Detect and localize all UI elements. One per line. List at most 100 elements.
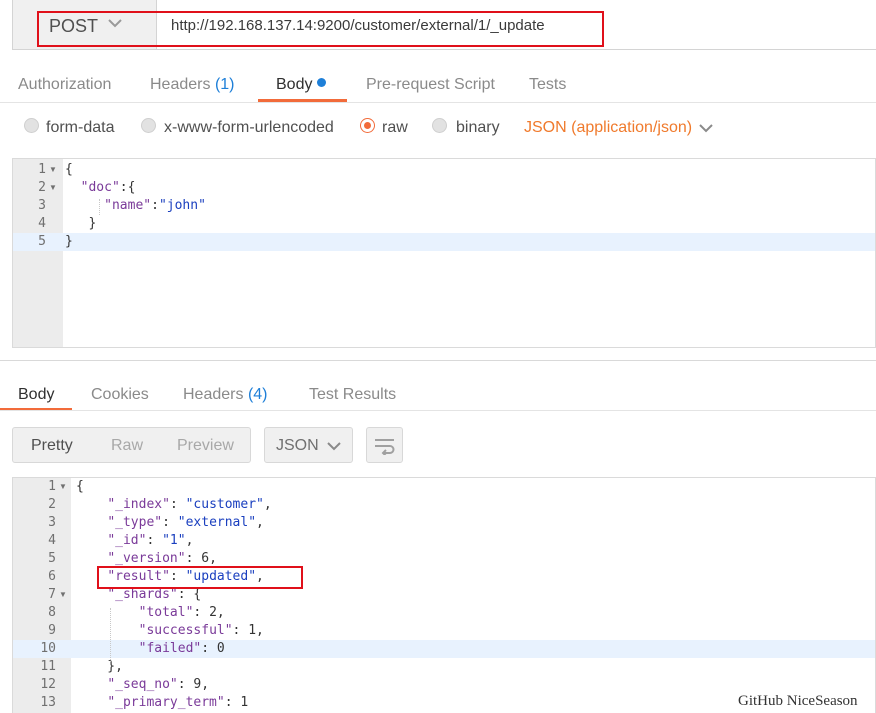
content-type-select[interactable]: JSON (application/json)	[524, 119, 692, 137]
tab-label: Headers	[183, 386, 244, 403]
json-number: 0	[216, 641, 225, 656]
method-url-highlight-box	[37, 11, 604, 47]
json-string: "external"	[177, 515, 257, 530]
result-highlight-box	[97, 566, 303, 589]
json-punctuation: }	[65, 234, 73, 249]
mode-pretty[interactable]: Pretty	[31, 437, 73, 455]
tab-headers[interactable]: Headers (1)	[150, 70, 235, 110]
active-line-highlight	[13, 233, 875, 251]
line-number: 3	[48, 515, 56, 530]
watermark: GitHub NiceSeason	[738, 693, 858, 709]
tab-label: Body	[276, 76, 313, 93]
line-number: 3	[38, 198, 46, 213]
line-number: 11	[40, 659, 56, 674]
json-punctuation: :	[201, 641, 217, 656]
tab-label: Tests	[529, 76, 567, 93]
headers-count-badge: (1)	[214, 76, 235, 93]
code-line: "failed": 0	[76, 640, 225, 658]
fold-arrow-icon[interactable]: ▼	[59, 478, 67, 496]
json-punctuation	[76, 677, 107, 692]
tab-label: Cookies	[91, 386, 149, 403]
radio-form-data[interactable]	[24, 118, 39, 133]
json-punctuation	[65, 180, 81, 195]
radio-binary[interactable]	[432, 118, 447, 133]
json-punctuation: ,	[216, 605, 225, 620]
json-punctuation	[76, 641, 139, 656]
fold-arrow-icon[interactable]: ▼	[49, 161, 57, 179]
json-key: "_seq_no"	[107, 677, 178, 692]
tab-test-results[interactable]: Test Results	[309, 380, 396, 420]
wrap-lines-button[interactable]	[366, 427, 403, 463]
tab-cookies[interactable]: Cookies	[91, 380, 149, 420]
response-format-select[interactable]: JSON	[264, 427, 353, 463]
code-line: "successful": 1,	[76, 622, 264, 640]
code-line: {	[65, 161, 73, 179]
json-punctuation: ,	[256, 623, 264, 638]
tab-label: Test Results	[309, 386, 397, 403]
code-line: "_index": "customer",	[76, 496, 271, 514]
mode-preview[interactable]: Preview	[177, 437, 234, 455]
line-number: 13	[40, 695, 56, 710]
radio-label: x-www-form-urlencoded	[164, 119, 334, 136]
code-line: "_primary_term": 1	[76, 694, 248, 712]
json-punctuation	[76, 695, 107, 710]
json-punctuation	[76, 515, 107, 530]
divider	[0, 360, 876, 361]
json-punctuation: :	[232, 623, 249, 638]
tab-tests[interactable]: Tests	[529, 70, 566, 110]
json-key: "_version"	[107, 551, 186, 566]
json-punctuation: :	[162, 515, 178, 530]
json-punctuation	[76, 587, 107, 602]
tab-response-body[interactable]: Body	[18, 380, 54, 420]
radio-label: binary	[456, 119, 500, 136]
fold-arrow-icon[interactable]: ▼	[49, 179, 57, 197]
line-number: 7	[48, 587, 56, 602]
json-punctuation: },	[76, 659, 123, 674]
json-punctuation	[76, 623, 139, 638]
radio-raw[interactable]	[360, 118, 375, 133]
json-punctuation: : {	[177, 587, 202, 602]
modified-dot-icon	[317, 78, 327, 87]
tab-response-headers[interactable]: Headers (4)	[183, 380, 268, 420]
json-string: "john"	[158, 198, 206, 213]
json-punctuation: ,	[209, 551, 217, 566]
line-number: 4	[38, 216, 46, 231]
mode-raw[interactable]: Raw	[111, 437, 143, 455]
json-punctuation: :	[146, 533, 163, 548]
tab-body[interactable]: Body	[276, 70, 327, 110]
code-line: "total": 2,	[76, 604, 225, 622]
headers-count-badge: (4)	[247, 386, 268, 403]
code-line: }	[65, 215, 96, 233]
json-punctuation	[76, 551, 107, 566]
json-punctuation: :{	[119, 180, 136, 195]
divider	[0, 102, 876, 103]
radio-x-www-form-urlencoded[interactable]	[141, 118, 156, 133]
json-key: "_type"	[107, 515, 163, 530]
radio-label: form-data	[46, 119, 115, 136]
json-number: 6	[201, 551, 210, 566]
indent-guide	[99, 199, 100, 215]
json-number: 2	[209, 605, 217, 620]
json-punctuation	[76, 497, 107, 512]
json-punctuation: :	[169, 497, 186, 512]
json-punctuation: }	[65, 216, 97, 231]
format-label: JSON	[276, 437, 319, 454]
json-number: 1	[240, 695, 249, 710]
tab-authorization[interactable]: Authorization	[18, 70, 111, 110]
request-tabs: Authorization Headers (1) Body Pre-reque…	[0, 70, 876, 110]
code-line: {	[76, 478, 84, 496]
body-type-selector: form-data x-www-form-urlencoded raw bina…	[0, 112, 876, 144]
chevron-down-icon[interactable]	[698, 123, 714, 134]
json-key: "doc"	[80, 180, 120, 195]
json-punctuation: :	[185, 551, 202, 566]
json-string: "1"	[162, 533, 186, 548]
code-line: "_type": "external",	[76, 514, 264, 532]
line-number: 2	[38, 180, 46, 195]
response-body-viewer[interactable]: 1 ▼ {2 "_index": "customer", 3 "_type": "ex…	[12, 477, 876, 713]
line-number: 10	[40, 641, 56, 656]
tab-pre-request-script[interactable]: Pre-request Script	[366, 70, 495, 110]
json-punctuation: :	[224, 695, 241, 710]
code-line: "_id": "1",	[76, 532, 193, 550]
request-body-editor[interactable]: 1 ▼ {2 ▼ "doc":{3 "name":"john" 4 } 5}	[12, 158, 876, 348]
fold-arrow-icon[interactable]: ▼	[59, 586, 67, 604]
